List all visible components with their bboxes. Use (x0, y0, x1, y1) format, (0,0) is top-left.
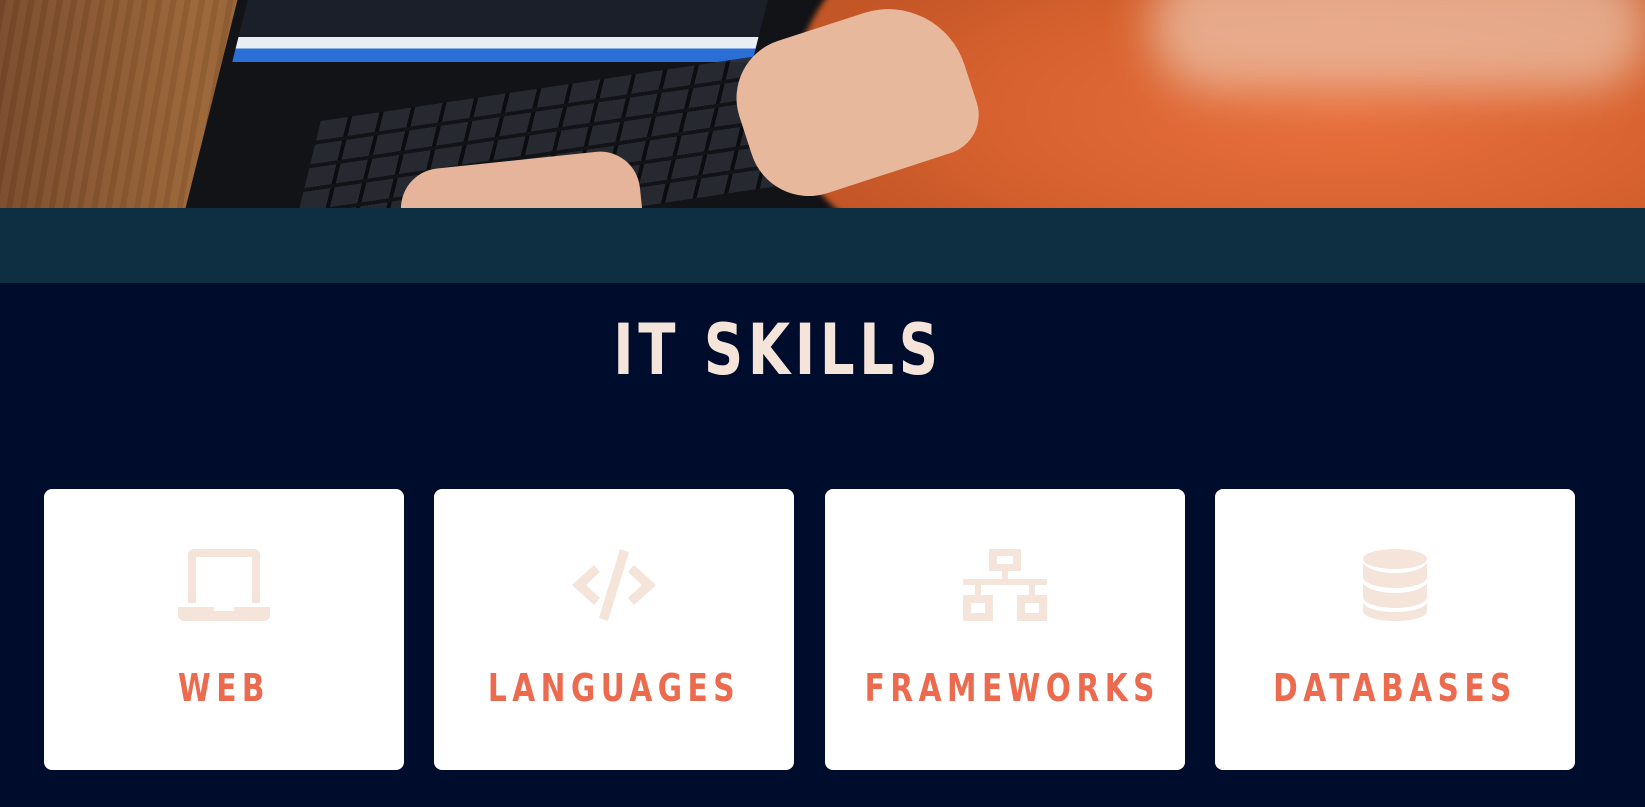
skill-label: DATABASES (1273, 666, 1517, 710)
laptop-icon (178, 549, 270, 621)
code-icon (568, 549, 660, 621)
database-icon (1349, 549, 1441, 621)
skill-label: FRAMEWORKS (864, 666, 1160, 710)
skill-label: WEB (178, 666, 270, 710)
teal-divider-band (0, 208, 1645, 283)
skill-card-frameworks[interactable]: FRAMEWORKS (825, 489, 1185, 770)
skill-card-databases[interactable]: DATABASES (1215, 489, 1575, 770)
skill-card-languages[interactable]: LANGUAGES (434, 489, 794, 770)
network-icon (959, 549, 1051, 621)
skill-card-web[interactable]: WEB (44, 489, 404, 770)
sleeve-highlight (1150, 0, 1645, 90)
section-title: IT SKILLS (613, 309, 943, 391)
laptop-screen (232, 0, 768, 62)
hero-photo (0, 0, 1645, 208)
skill-label: LANGUAGES (487, 666, 741, 710)
